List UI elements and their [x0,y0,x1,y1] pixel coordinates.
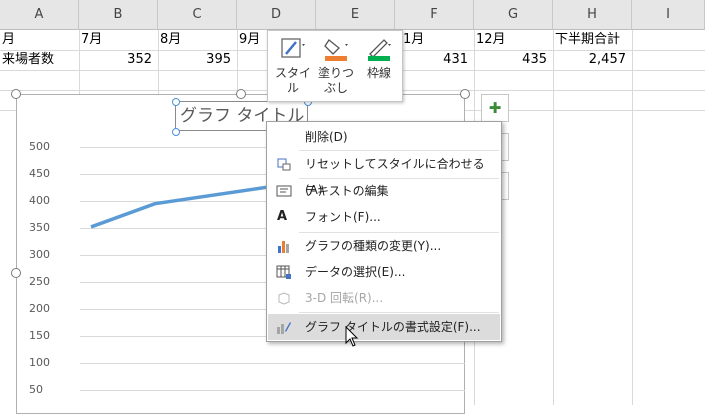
menu-item-delete[interactable]: 削除(D) [268,124,500,150]
chart-resize-handle[interactable] [11,89,21,99]
cell-d1[interactable]: 9月 [239,30,267,50]
menu-item-label: データの選択(E)... [305,265,406,279]
menu-item-label: 削除(D) [305,130,348,144]
pen-icon [368,39,391,61]
cell-b1[interactable]: 7月 [81,30,158,50]
mouse-cursor-icon [345,326,359,347]
select-data-icon [276,265,291,279]
style-icon [281,38,305,58]
series-line[interactable] [90,182,288,229]
menu-item-format-chart-title[interactable]: グラフ タイトルの書式設定(F)... [268,314,500,340]
outline-label: 枠線 [366,66,391,80]
cell-c2[interactable]: 395 [158,50,237,70]
cell-h1[interactable]: 下半期合計 [555,30,632,50]
style-label: スタイル [274,66,311,95]
cell-a1[interactable]: 月 [2,30,79,50]
reset-style-icon [277,158,291,171]
cell-a2[interactable]: 来場者数 [2,50,79,70]
chart-resize-handle[interactable] [11,268,21,278]
menu-separator [299,312,499,313]
column-header-h[interactable]: H [553,0,632,30]
plus-icon: ✚ [488,99,502,117]
fill-bucket-icon [324,39,348,61]
column-header-d[interactable]: D [237,0,316,30]
edit-text-icon [276,185,292,197]
chart-elements-button[interactable]: ✚ [481,94,509,122]
chart-type-icon [278,241,289,253]
menu-item-3d-rotation[interactable]: 3-D 回転(R)... [268,285,500,311]
fill-label: 塗りつぶし [317,66,355,95]
menu-item-label: グラフの種類の変更(Y)... [305,239,442,253]
title-resize-handle[interactable] [172,128,180,136]
menu-item-label: 3-D 回転(R)... [305,291,384,305]
fill-button[interactable]: 塗りつぶし [315,33,357,99]
menu-item-font[interactable]: A フォント(F)... [268,204,500,230]
title-resize-handle[interactable] [172,98,180,106]
cell-g1[interactable]: 12月 [476,30,553,50]
format-icon [277,322,291,334]
menu-item-change-chart-type[interactable]: グラフの種類の変更(Y)... [268,233,500,259]
menu-item-select-data[interactable]: データの選択(E)... [268,259,500,285]
column-header-f[interactable]: F [395,0,474,30]
mini-toolbar: スタイル 塗りつぶし 枠線 [267,30,403,102]
rotate-3d-icon [278,292,290,305]
column-header-a[interactable]: A [0,0,79,30]
font-icon: A [277,209,288,224]
column-header-b[interactable]: B [79,0,158,30]
menu-item-edit-text[interactable]: テキストの編集 [268,178,500,204]
menu-item-label: フォント(F)... [305,210,381,224]
style-button[interactable]: スタイル [272,33,314,99]
column-header-i[interactable]: I [632,0,705,30]
cell-c1[interactable]: 8月 [160,30,237,50]
cell-b2[interactable]: 352 [79,50,158,70]
column-header-c[interactable]: C [158,0,237,30]
column-header-e[interactable]: E [316,0,395,30]
menu-item-reset-style[interactable]: リセットしてスタイルに合わせる(A) [268,151,500,197]
grid-line [553,30,554,405]
cell-f2[interactable]: 431 [403,50,474,70]
chart-resize-handle[interactable] [460,89,470,99]
cell-h2[interactable]: 2,457 [553,50,632,70]
grid-line [632,30,633,405]
menu-item-label: グラフ タイトルの書式設定(F)... [305,320,481,334]
chart-resize-handle[interactable] [236,89,246,99]
context-menu: 削除(D) リセットしてスタイルに合わせる(A) テキストの編集 A フォント(… [266,121,502,342]
cell-g2[interactable]: 435 [474,50,553,70]
outline-button[interactable]: 枠線 [358,33,400,99]
menu-item-label: テキストの編集 [305,184,389,198]
cell-f1[interactable]: 1月 [403,30,474,50]
column-header-g[interactable]: G [474,0,553,30]
